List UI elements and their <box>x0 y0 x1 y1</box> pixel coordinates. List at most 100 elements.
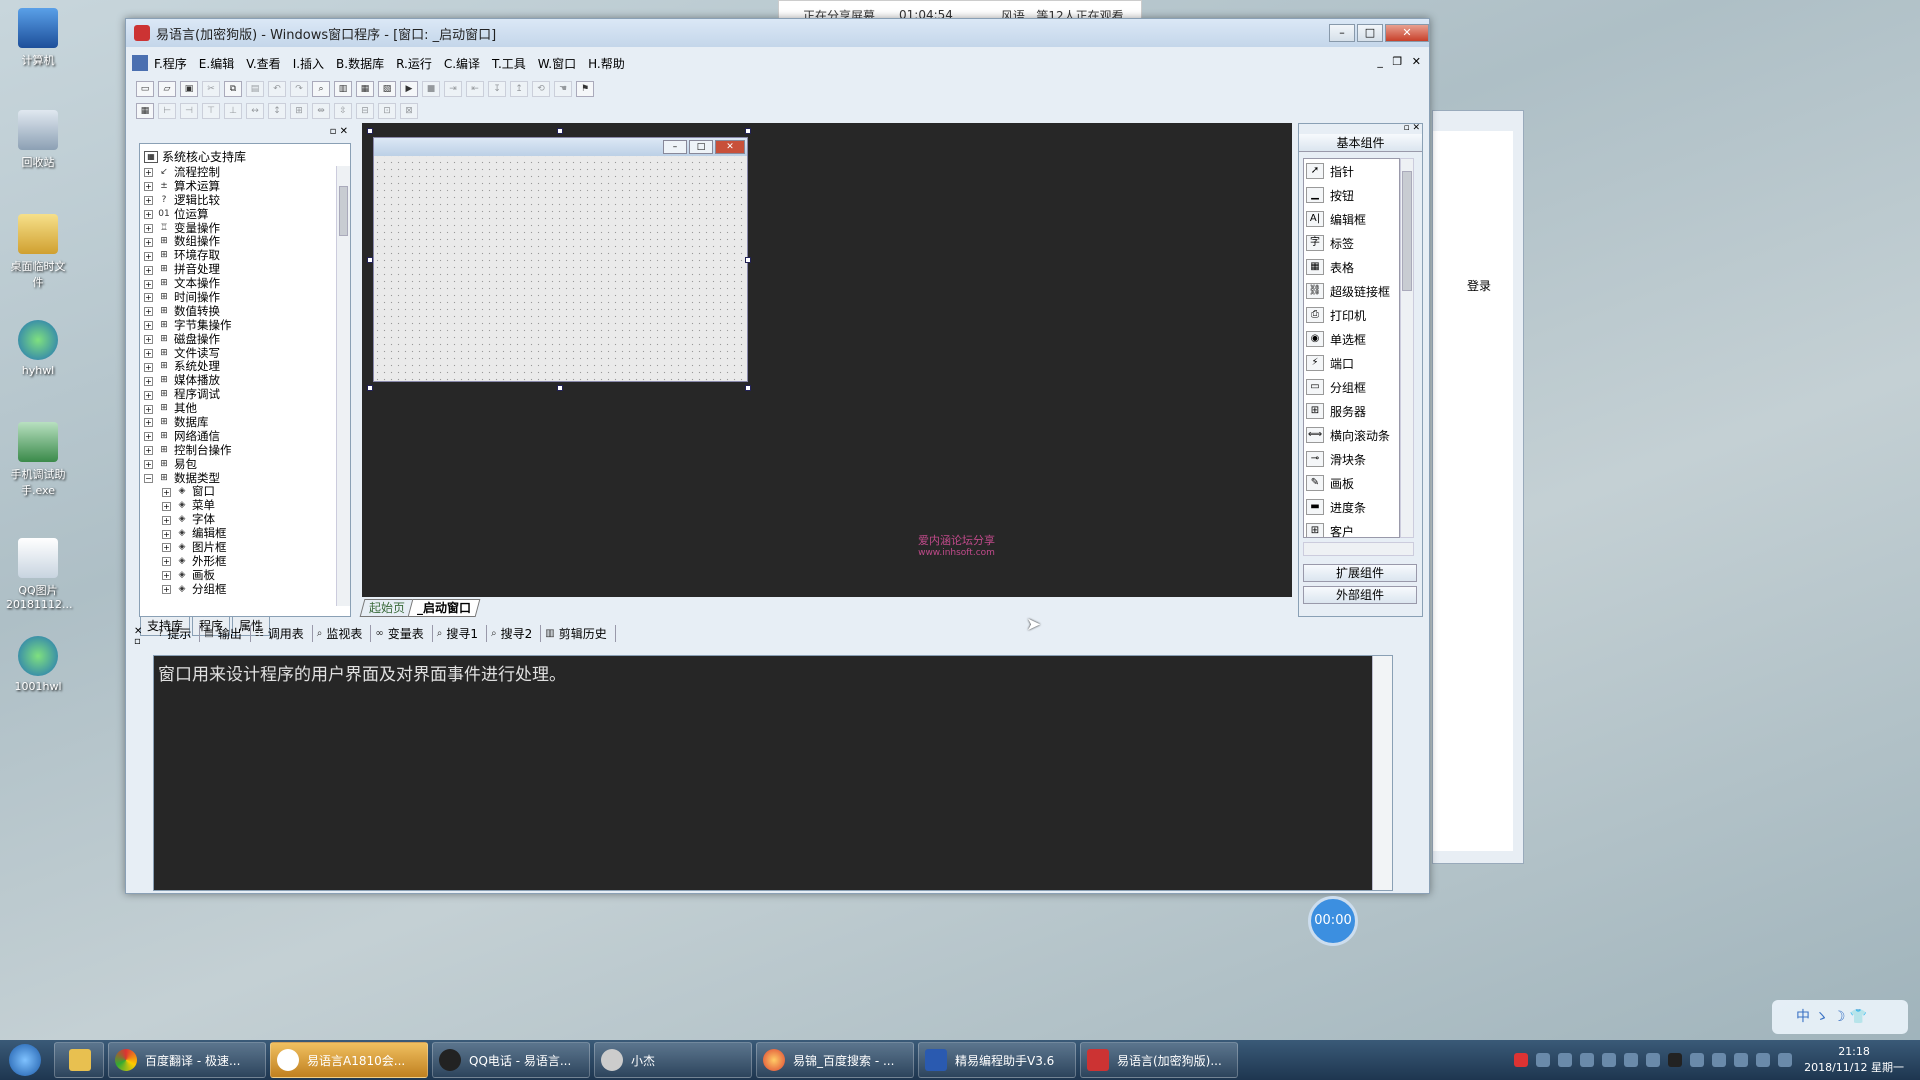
expand-icon[interactable]: − <box>144 474 153 484</box>
component-item[interactable]: ▦ 表格 <box>1304 255 1399 279</box>
component-item[interactable]: ➚ 指针 <box>1304 159 1399 183</box>
bottom-pin-icon[interactable]: ▫ <box>134 637 142 647</box>
desktop-icon-debug-helper[interactable]: 手机调试助手.exe <box>6 422 70 498</box>
tree-subitem[interactable]: + ◈ 编辑框 <box>140 526 336 541</box>
login-link[interactable]: 登录 <box>1467 277 1491 294</box>
tree-subitem[interactable]: + ◈ 分组框 <box>140 582 336 597</box>
title-bar[interactable]: 易语言(加密狗版) - Windows窗口程序 - [窗口: _启动窗口] – … <box>126 19 1429 47</box>
tray-app-5-icon[interactable] <box>1624 1053 1639 1067</box>
expand-icon[interactable]: + <box>162 585 171 595</box>
tree-item[interactable]: +? 逻辑比较 <box>140 193 336 208</box>
tray-app-8-icon[interactable] <box>1712 1053 1727 1067</box>
tree-item[interactable]: + ⊞ 环境存取 <box>140 248 336 263</box>
same-width-icon[interactable]: ↔ <box>246 103 264 119</box>
resize-handle[interactable] <box>367 385 373 391</box>
tree-subitem[interactable]: + ◈ 字体 <box>140 512 336 527</box>
tree-item[interactable]: + ⊞ 时间操作 <box>140 290 336 305</box>
startup-form[interactable]: – □ ✕ <box>373 137 748 382</box>
start-button[interactable] <box>0 1040 50 1080</box>
extension-components-button[interactable]: 扩展组件 <box>1303 564 1417 582</box>
expand-icon[interactable]: + <box>162 501 171 511</box>
desktop-icon-computer[interactable]: 计算机 <box>6 8 70 68</box>
desktop-icon-hyhwl[interactable]: hyhwl <box>6 320 70 377</box>
expand-icon[interactable]: + <box>144 168 153 178</box>
expand-icon[interactable]: + <box>144 196 153 206</box>
tree-item[interactable]: + ⊞ 控制台操作 <box>140 443 336 458</box>
mdi-close-button[interactable]: ✕ <box>1412 55 1421 68</box>
space-v-icon[interactable]: ⇳ <box>334 103 352 119</box>
layout-3-icon[interactable]: ▧ <box>378 81 396 97</box>
grid-icon[interactable]: ▦ <box>136 103 154 119</box>
tab-startup-window[interactable]: _启动窗口 <box>407 599 481 617</box>
output-pane[interactable]: 窗口用来设计程序的用户界面及对界面事件进行处理。 <box>153 655 1393 891</box>
menu-window[interactable]: W.窗口 <box>538 55 576 72</box>
mdi-restore-button[interactable]: ❐ <box>1392 55 1402 68</box>
expand-icon[interactable]: + <box>144 279 153 289</box>
tray-app-3-icon[interactable] <box>1580 1053 1595 1067</box>
tab-watch[interactable]: ⌕ 监视表 <box>313 624 372 642</box>
component-item[interactable]: ▬ 进度条 <box>1304 495 1399 519</box>
layout-2-icon[interactable]: ▦ <box>356 81 374 97</box>
menu-tools[interactable]: T.工具 <box>492 55 526 72</box>
open-folder-icon[interactable]: ▱ <box>158 81 176 97</box>
tree-root[interactable]: ▦ 系统核心支持库 <box>144 148 246 165</box>
undo-icon[interactable]: ↶ <box>268 81 286 97</box>
resize-handle[interactable] <box>367 257 373 263</box>
align-bottom-icon[interactable]: ⊥ <box>224 103 242 119</box>
tree-scrollbar[interactable] <box>336 166 350 606</box>
menu-insert[interactable]: I.插入 <box>293 55 324 72</box>
task-xiaojie[interactable]: 小杰 <box>594 1042 752 1078</box>
scroll-thumb[interactable] <box>1402 171 1412 291</box>
scroll-thumb[interactable] <box>339 186 348 236</box>
step-4-icon[interactable]: ↥ <box>510 81 528 97</box>
resize-handle[interactable] <box>745 128 751 134</box>
hand-icon[interactable]: ☚ <box>554 81 572 97</box>
task-eyuyan-ide[interactable]: 易语言(加密狗版)... <box>1080 1042 1238 1078</box>
tree-item[interactable]: + ⊞ 易包 <box>140 457 336 472</box>
menu-view[interactable]: V.查看 <box>246 55 280 72</box>
component-item[interactable]: ⊞ 客户 <box>1304 519 1399 537</box>
component-panel[interactable]: ▫ ✕ 基本组件 ➚ 指针 ▁ 按钮 A| 编辑框字标签 ▦ 表格 ⛓ 超级链接框 ⎙ 打印机 ◉ 单选框… <box>1298 123 1423 617</box>
expand-icon[interactable]: + <box>144 237 153 247</box>
tree-item[interactable]: + ⊞ 字节集操作 <box>140 318 336 333</box>
expand-icon[interactable]: + <box>144 404 153 414</box>
tree-subitem[interactable]: + ◈ 菜单 <box>140 498 336 513</box>
tab-output[interactable]: ▤ 输出 <box>200 624 251 642</box>
tab-search2[interactable]: ⌕ 搜寻2 <box>487 624 542 642</box>
tree-item[interactable]: + ♖ 变量操作 <box>140 221 336 236</box>
tree-item[interactable]: + ⊞ 其他 <box>140 401 336 416</box>
tree-item[interactable]: + ⊞ 数据库 <box>140 415 336 430</box>
component-item[interactable]: ✎ 画板 <box>1304 471 1399 495</box>
panel-pin-icon[interactable]: ▫ <box>330 126 337 137</box>
tree-item[interactable]: + ± 算术运算 <box>140 179 336 194</box>
desktop-icon-qq-image[interactable]: QQ图片20181112... <box>6 538 72 611</box>
design-surface[interactable]: – □ ✕ 爱内涵论坛分享 www.inhsoft.com <box>362 123 1292 597</box>
step-1-icon[interactable]: ⇥ <box>444 81 462 97</box>
debug-helper-icon[interactable]: ⚑ <box>576 81 594 97</box>
center-v-icon[interactable]: ⊡ <box>378 103 396 119</box>
volume-icon[interactable] <box>1778 1053 1793 1067</box>
background-window[interactable]: 登录 <box>1432 110 1524 864</box>
tree-item[interactable]: + ⊞ 磁盘操作 <box>140 332 336 347</box>
paste-icon[interactable]: ▤ <box>246 81 264 97</box>
tab-start-page[interactable]: 起始页 <box>359 599 415 617</box>
tray-app-9-icon[interactable] <box>1734 1053 1749 1067</box>
expand-icon[interactable]: + <box>144 182 153 192</box>
tree-item[interactable]: + ⊞ 拼音处理 <box>140 262 336 277</box>
expand-icon[interactable]: + <box>144 418 153 428</box>
task-firefox-search[interactable]: 易锦_百度搜索 - ... <box>756 1042 914 1078</box>
align-right-icon[interactable]: ⊣ <box>180 103 198 119</box>
tree-item[interactable]: − ⊞ 数据类型 <box>140 471 336 486</box>
tab-variables[interactable]: ∞ 变量表 <box>371 624 433 642</box>
expand-icon[interactable]: + <box>144 293 153 303</box>
tree-item[interactable]: + ⊞ 程序调试 <box>140 387 336 402</box>
resize-handle[interactable] <box>557 385 563 391</box>
tree-item[interactable]: + ⊞ 网络通信 <box>140 429 336 444</box>
task-eyuyan-course[interactable]: 易语言A1810会... <box>270 1042 428 1078</box>
new-file-icon[interactable]: ▭ <box>136 81 154 97</box>
ime-toolbar[interactable]: 中 ゝ ☽ 👕 <box>1772 1000 1908 1034</box>
resize-handle[interactable] <box>745 257 751 263</box>
tree-item[interactable]: +01 位运算 <box>140 207 336 222</box>
expand-icon[interactable]: + <box>144 265 153 275</box>
panel-pin-icon[interactable]: ▫ <box>1403 123 1409 133</box>
